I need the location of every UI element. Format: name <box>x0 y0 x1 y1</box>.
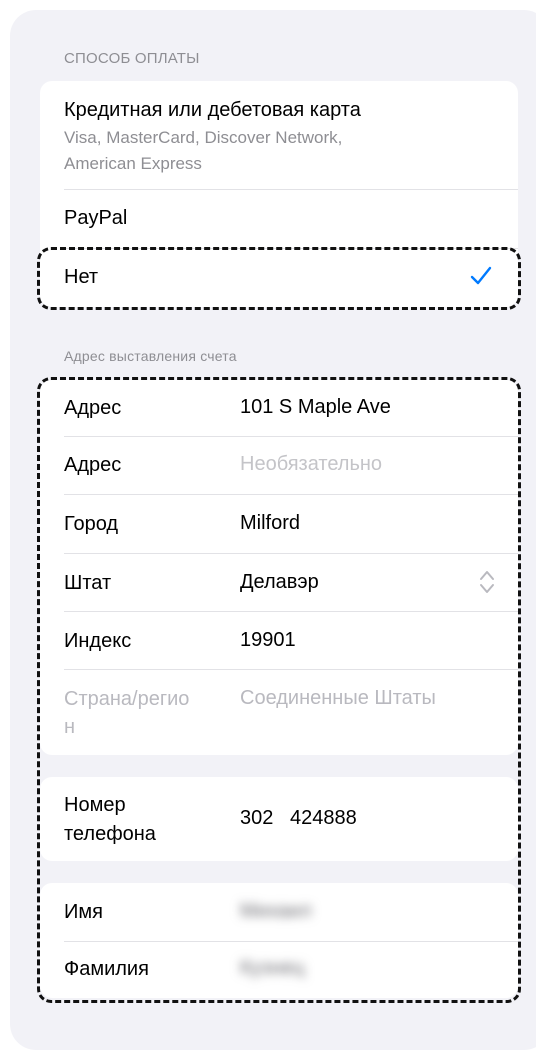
phone-label-2: телефона <box>64 823 156 845</box>
billing-address-header: Адрес выставления счета <box>64 348 237 364</box>
first-name-label: Имя <box>64 901 103 923</box>
payment-method-card: Кредитная или дебетовая карта Visa, Mast… <box>40 81 518 307</box>
phone-field[interactable]: 302 424888 <box>240 807 357 830</box>
payment-option-card-subtitle-2: American Express <box>64 154 202 173</box>
first-name-row[interactable]: Имя Михаил <box>40 883 518 941</box>
zip-field[interactable]: 19901 <box>240 629 296 652</box>
country-label-1: Страна/регио <box>64 688 190 710</box>
phone-row[interactable]: Номер телефона 302 424888 <box>40 777 518 861</box>
payment-option-none[interactable]: Нет <box>40 249 518 307</box>
address-line2-label: Адрес <box>64 454 122 476</box>
payment-method-header: СПОСОБ ОПЛАТЫ <box>64 50 200 67</box>
last-name-field[interactable]: Кузнец <box>240 957 304 980</box>
payment-option-none-label: Нет <box>64 266 99 288</box>
checkmark-icon <box>470 266 492 285</box>
state-label: Штат <box>64 572 112 594</box>
city-field[interactable]: Milford <box>240 512 300 535</box>
address-line1-row[interactable]: Адрес 101 S Maple Ave <box>40 380 518 436</box>
billing-address-card: Адрес 101 S Maple Ave Адрес Необязательн… <box>40 380 518 755</box>
address-line2-field[interactable]: Необязательно <box>240 453 382 476</box>
payment-option-paypal[interactable]: PayPal <box>40 190 518 248</box>
city-row[interactable]: Город Milford <box>40 495 518 553</box>
payment-option-card[interactable]: Кредитная или дебетовая карта Visa, Mast… <box>40 81 518 189</box>
country-row: Страна/регио н Соединенные Штаты <box>40 670 518 755</box>
payment-option-paypal-label: PayPal <box>64 207 128 229</box>
last-name-row[interactable]: Фамилия Кузнец <box>40 942 518 998</box>
phone-label-1: Номер <box>64 794 126 816</box>
country-field: Соединенные Штаты <box>240 687 436 709</box>
state-row[interactable]: Штат Делавэр <box>40 554 518 612</box>
payment-option-card-subtitle-1: Visa, MasterCard, Discover Network, <box>64 128 343 147</box>
phone-card: Номер телефона 302 424888 <box>40 777 518 861</box>
chevron-up-down-icon[interactable] <box>478 568 496 596</box>
last-name-label: Фамилия <box>64 958 149 980</box>
zip-row[interactable]: Индекс 19901 <box>40 612 518 670</box>
zip-label: Индекс <box>64 630 132 652</box>
city-label: Город <box>64 513 119 535</box>
state-select[interactable]: Делавэр <box>240 571 319 594</box>
address-line2-row[interactable]: Адрес Необязательно <box>40 437 518 495</box>
name-card: Имя Михаил Фамилия Кузнец <box>40 883 518 998</box>
payment-option-card-title: Кредитная или дебетовая карта <box>64 99 361 121</box>
first-name-field[interactable]: Михаил <box>240 900 312 923</box>
country-label-2: н <box>64 716 76 738</box>
address-line1-label: Адрес <box>64 397 122 419</box>
address-line1-field[interactable]: 101 S Maple Ave <box>240 396 391 419</box>
